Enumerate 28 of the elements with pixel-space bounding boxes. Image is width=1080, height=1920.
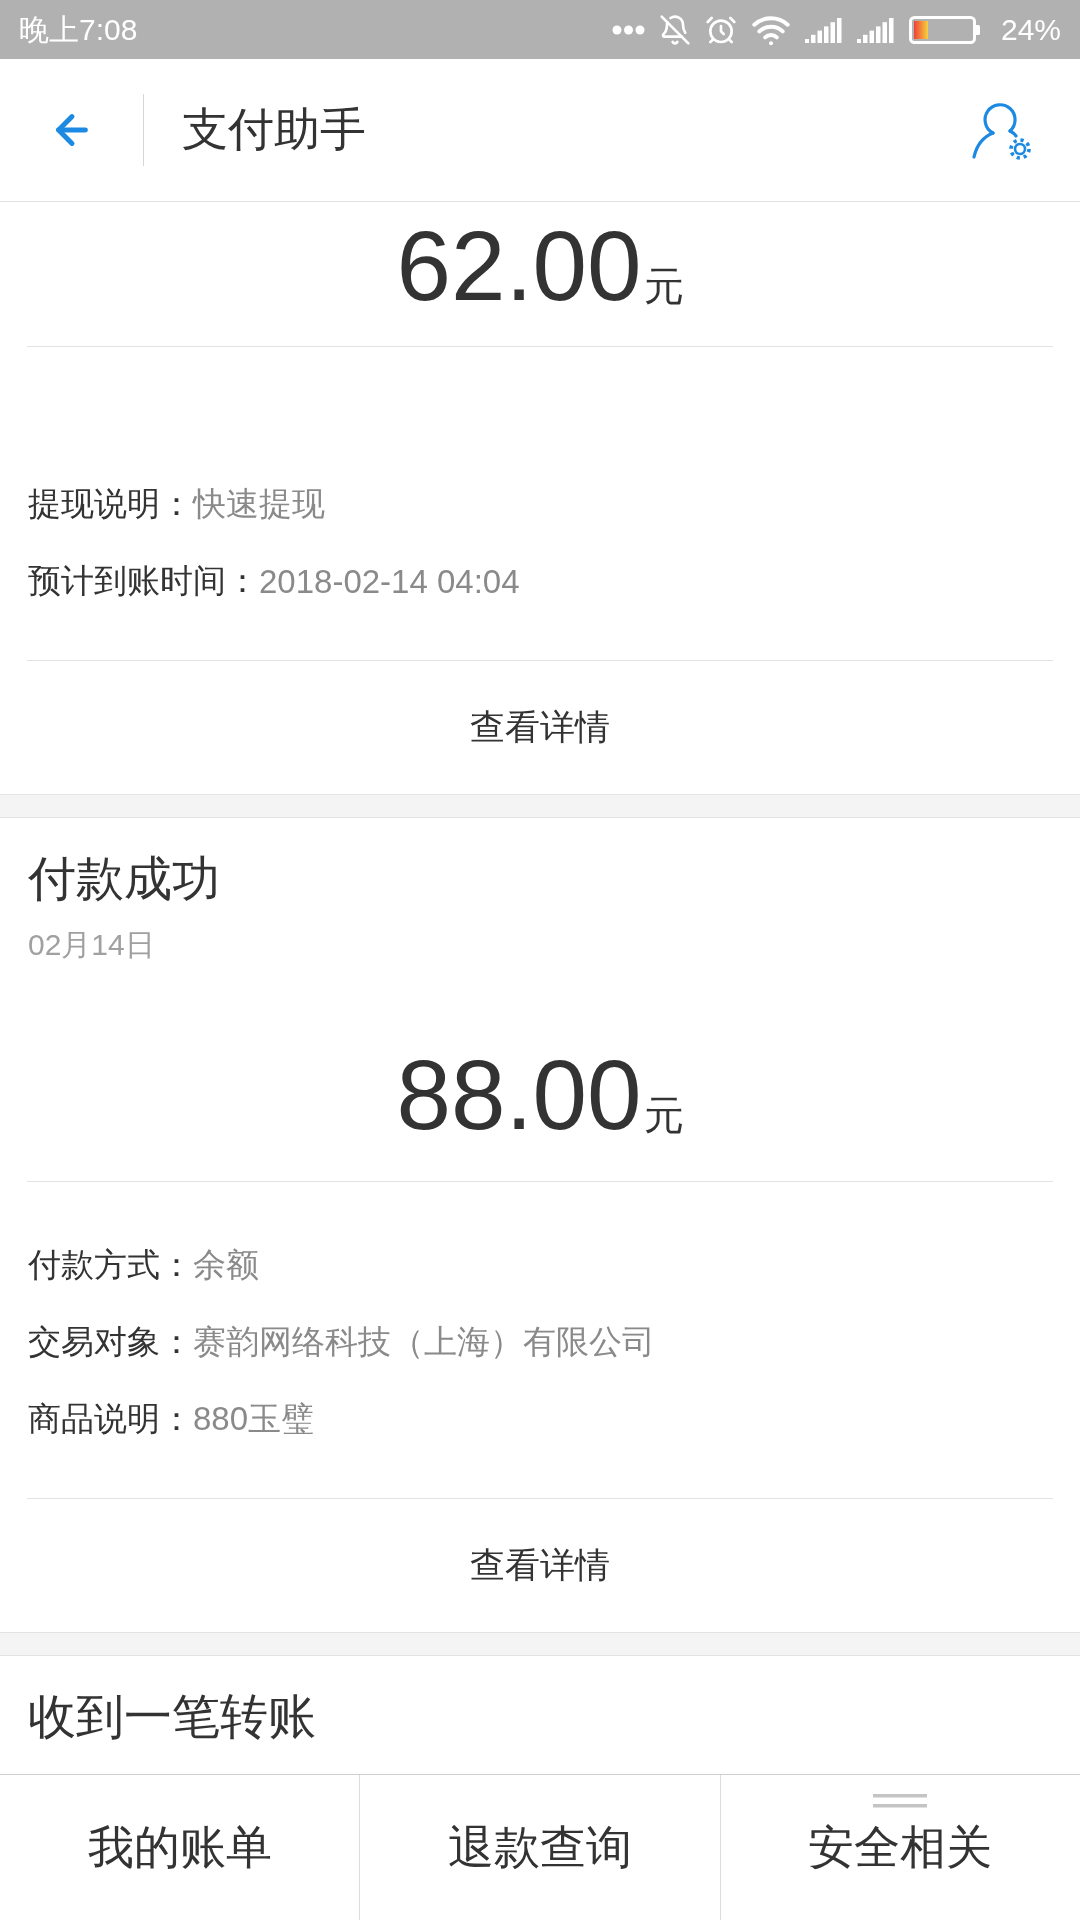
card-title: 收到一笔转账 (27, 1689, 317, 1745)
battery-percent: 24% (1000, 14, 1061, 45)
page-title: 支付助手 (182, 102, 367, 157)
detail-value: 快速提现 (193, 484, 325, 524)
more-dots-icon (611, 24, 645, 35)
amount-value: 62.00 (396, 210, 642, 323)
detail-value: 2018-02-14 04:04 (259, 562, 520, 601)
detail-label: 交易对象： (28, 1322, 193, 1362)
card-date: 02月14日 (27, 927, 156, 963)
signal-icon (804, 16, 843, 43)
view-details-button[interactable]: 查看详情 (0, 661, 1080, 794)
detail-value: 880玉璧 (193, 1399, 315, 1439)
card-title: 付款成功 (27, 851, 221, 907)
amount-value: 88.00 (396, 1039, 642, 1152)
detail-value: 赛韵网络科技（上海）有限公司 (193, 1322, 655, 1362)
currency-unit: 元 (643, 266, 684, 306)
bell-off-icon (658, 13, 691, 46)
currency-unit: 元 (643, 1095, 684, 1135)
detail-label: 商品说明： (28, 1399, 193, 1439)
view-details-button[interactable]: 查看详情 (0, 1499, 1080, 1632)
detail-label: 付款方式： (28, 1245, 193, 1285)
signal-icon (856, 16, 895, 43)
detail-label: 提现说明： (28, 484, 193, 524)
detail-label: 预计到账时间： (28, 561, 259, 601)
status-time: 晚上7:08 (19, 14, 138, 45)
detail-value: 余额 (193, 1245, 259, 1285)
submenu-lines-icon (873, 1794, 928, 1808)
battery-icon (908, 15, 981, 44)
